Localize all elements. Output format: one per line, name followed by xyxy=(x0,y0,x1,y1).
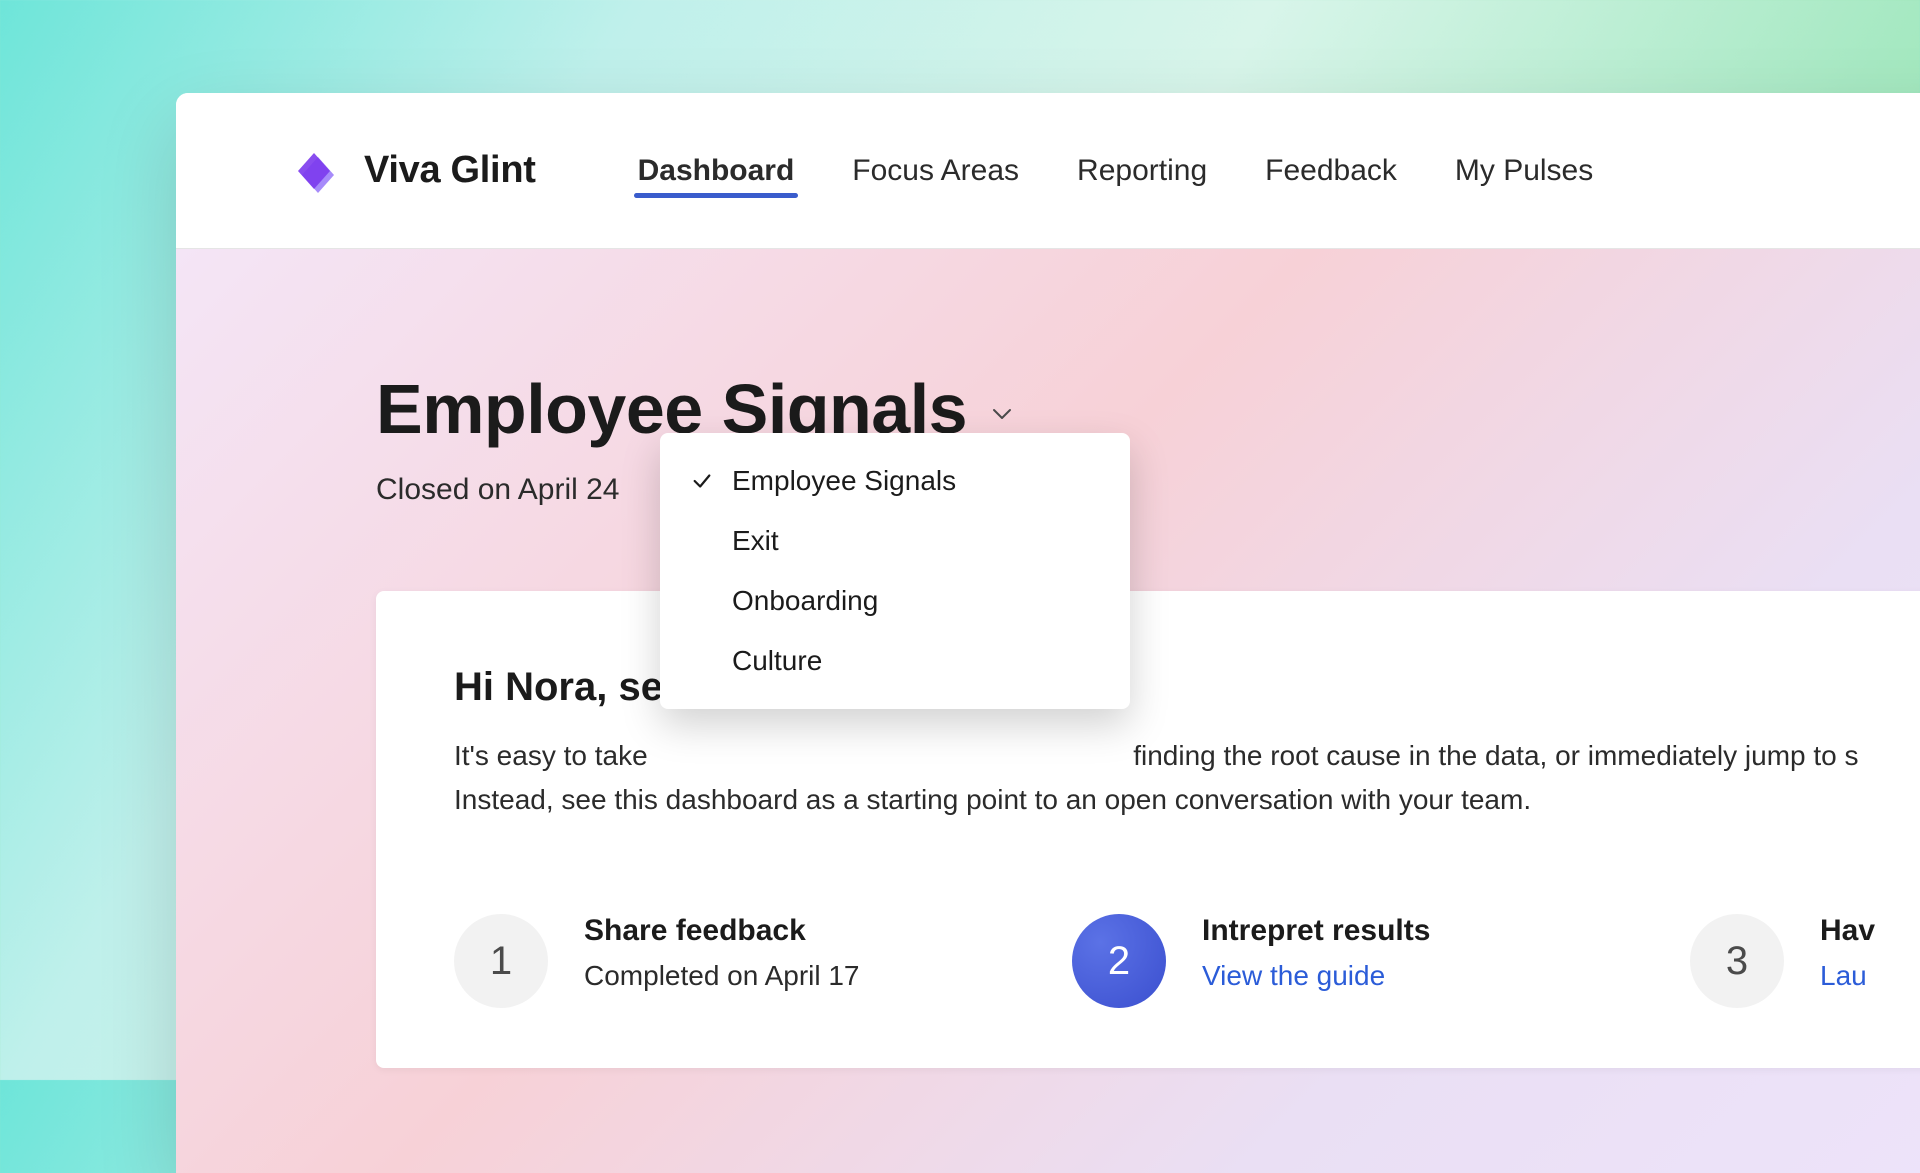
step-link[interactable]: Lau xyxy=(1820,960,1875,992)
step-number-badge: 3 xyxy=(1690,914,1784,1008)
chevron-down-icon xyxy=(990,402,1014,431)
page-body: Employee Signals Employee Signals Exit xyxy=(176,249,1920,1173)
dropdown-item-label: Culture xyxy=(732,645,822,677)
card-body-line1-head: It's easy to take xyxy=(454,740,648,771)
brand-name: Viva Glint xyxy=(364,149,536,192)
title-dropdown-toggle[interactable] xyxy=(983,397,1021,435)
dropdown-item-culture[interactable]: Culture xyxy=(660,631,1130,691)
steps-row: 1 Share feedback Completed on April 17 2… xyxy=(454,914,1920,1008)
intro-card: Hi Nora, se It's easy to take finding th… xyxy=(376,591,1920,1068)
step-1: 1 Share feedback Completed on April 17 xyxy=(454,914,1062,1008)
dropdown-item-onboarding[interactable]: Onboarding xyxy=(660,571,1130,631)
dropdown-item-label: Exit xyxy=(732,525,779,557)
step-title: Hav xyxy=(1820,914,1875,948)
dropdown-item-label: Employee Signals xyxy=(732,465,956,497)
step-title: Share feedback xyxy=(584,914,860,948)
dropdown-item-exit[interactable]: Exit xyxy=(660,511,1130,571)
app-window: Viva Glint Dashboard Focus Areas Reporti… xyxy=(176,93,1920,1173)
step-text: Share feedback Completed on April 17 xyxy=(584,914,860,992)
nav-feedback[interactable]: Feedback xyxy=(1263,114,1399,228)
step-3: 3 Hav Lau xyxy=(1690,914,1920,1008)
card-body: It's easy to take finding the root cause… xyxy=(454,734,1920,822)
app-header: Viva Glint Dashboard Focus Areas Reporti… xyxy=(176,93,1920,249)
nav-my-pulses[interactable]: My Pulses xyxy=(1453,114,1595,228)
step-title: Intrepret results xyxy=(1202,914,1430,948)
step-subtitle: Completed on April 17 xyxy=(584,960,860,992)
dropdown-item-employee-signals[interactable]: Employee Signals xyxy=(660,451,1130,511)
card-body-line1-tail: finding the root cause in the data, or i… xyxy=(1133,740,1858,771)
step-2: 2 Intrepret results View the guide xyxy=(1072,914,1680,1008)
step-text: Intrepret results View the guide xyxy=(1202,914,1430,992)
step-text: Hav Lau xyxy=(1820,914,1875,992)
step-link[interactable]: View the guide xyxy=(1202,960,1430,992)
check-icon xyxy=(688,470,716,492)
nav-dashboard[interactable]: Dashboard xyxy=(636,114,797,228)
dropdown-item-label: Onboarding xyxy=(732,585,878,617)
brand: Viva Glint xyxy=(292,145,536,197)
page-title-row: Employee Signals Employee Signals Exit xyxy=(376,369,1896,449)
step-number-badge: 1 xyxy=(454,914,548,1008)
step-number-badge: 2 xyxy=(1072,914,1166,1008)
title-dropdown-menu: Employee Signals Exit Onboarding Culture xyxy=(660,433,1130,709)
nav-focus-areas[interactable]: Focus Areas xyxy=(850,114,1021,228)
card-body-line2: Instead, see this dashboard as a startin… xyxy=(454,784,1531,815)
nav-reporting[interactable]: Reporting xyxy=(1075,114,1209,228)
page-subtitle: Closed on April 24 xyxy=(376,473,1896,507)
primary-nav: Dashboard Focus Areas Reporting Feedback… xyxy=(636,114,1596,228)
viva-glint-logo-icon xyxy=(292,145,344,197)
